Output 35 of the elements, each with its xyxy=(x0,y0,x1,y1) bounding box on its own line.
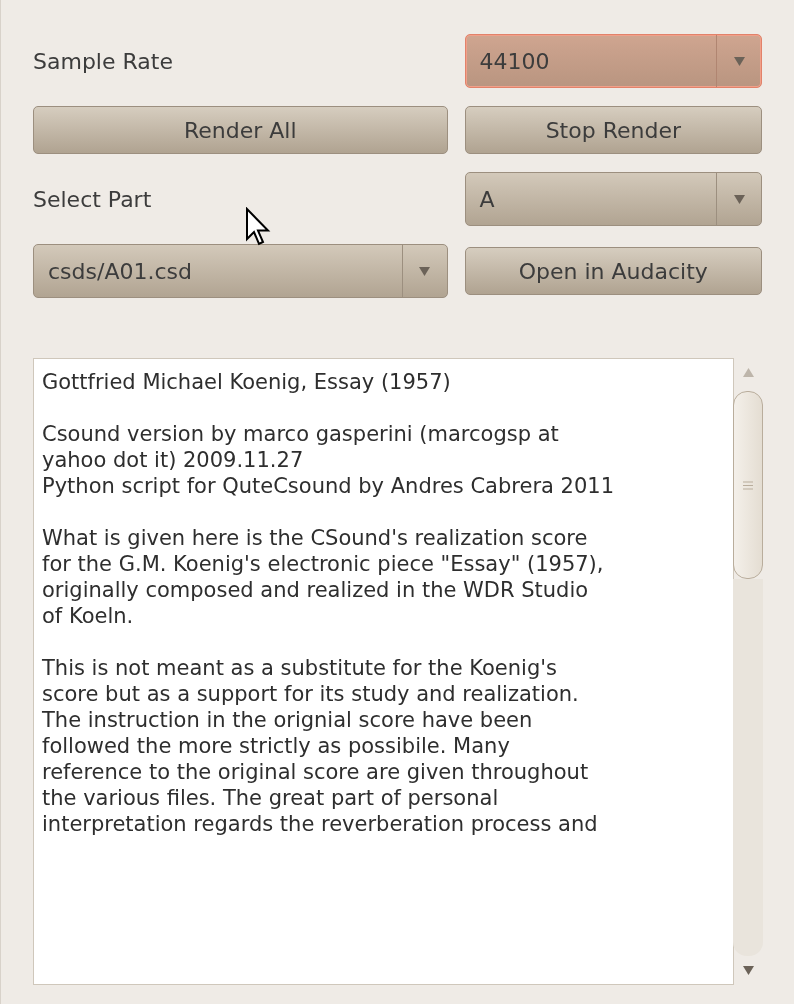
text-line: originally composed and realized in the WDR Studio xyxy=(42,577,590,603)
grip-icon xyxy=(743,480,753,490)
text-line: This is not meant as a substitute for the Koenig's xyxy=(42,655,558,681)
text-line: interpretation regards the reverberation process and xyxy=(42,811,599,837)
text-area[interactable] xyxy=(33,358,734,985)
scroll-down-icon xyxy=(742,966,754,975)
dropdown-select[interactable]: csds/A01.csd xyxy=(33,244,448,298)
field-label: Sample Rate xyxy=(33,47,173,76)
dropdown-select[interactable]: 44100 xyxy=(464,34,762,88)
text-line: score but as a support for its study and realization. xyxy=(42,681,580,707)
text-line: reference to the original score are given throughout xyxy=(42,759,590,785)
text-line: The instruction in the orignial score have been xyxy=(42,707,534,733)
dropdown-arrow-icon xyxy=(733,194,745,204)
text-line: for the G.M. Koenig's electronic piece "Essay" (1957), xyxy=(42,551,605,577)
push-button[interactable]: Render All xyxy=(33,106,448,154)
mouse-cursor-icon xyxy=(245,207,271,247)
push-button[interactable]: Stop Render xyxy=(464,106,762,154)
text-line: Csound version by marco gasperini (marcogsp at xyxy=(42,421,560,447)
text-line: Gottfried Michael Koenig, Essay (1957) xyxy=(42,369,452,395)
text-line: Python script for QuteCsound by Andres Cabrera 2011 xyxy=(42,473,615,499)
scrollbar-thumb[interactable] xyxy=(733,391,763,579)
scroll-up-icon xyxy=(742,368,754,377)
text-line: of Koeln. xyxy=(42,603,135,629)
text-line: What is given here is the CSound's realization score xyxy=(42,525,589,551)
push-button[interactable]: Open in Audacity xyxy=(464,247,762,295)
dropdown-value: 44100 xyxy=(478,47,551,76)
text-line: yahoo dot it) 2009.11.27 xyxy=(42,447,305,473)
text-line: followed the more strictly as possibile. Many xyxy=(42,733,511,759)
dropdown-arrow-icon xyxy=(733,56,745,66)
dropdown-select[interactable]: A xyxy=(464,172,762,226)
field-label: Select Part xyxy=(33,185,152,214)
dropdown-value: csds/A01.csd xyxy=(47,257,193,286)
dropdown-value: A xyxy=(478,185,496,214)
dropdown-arrow-icon xyxy=(419,266,431,276)
text-line: the various files. The great part of personal xyxy=(42,785,500,811)
